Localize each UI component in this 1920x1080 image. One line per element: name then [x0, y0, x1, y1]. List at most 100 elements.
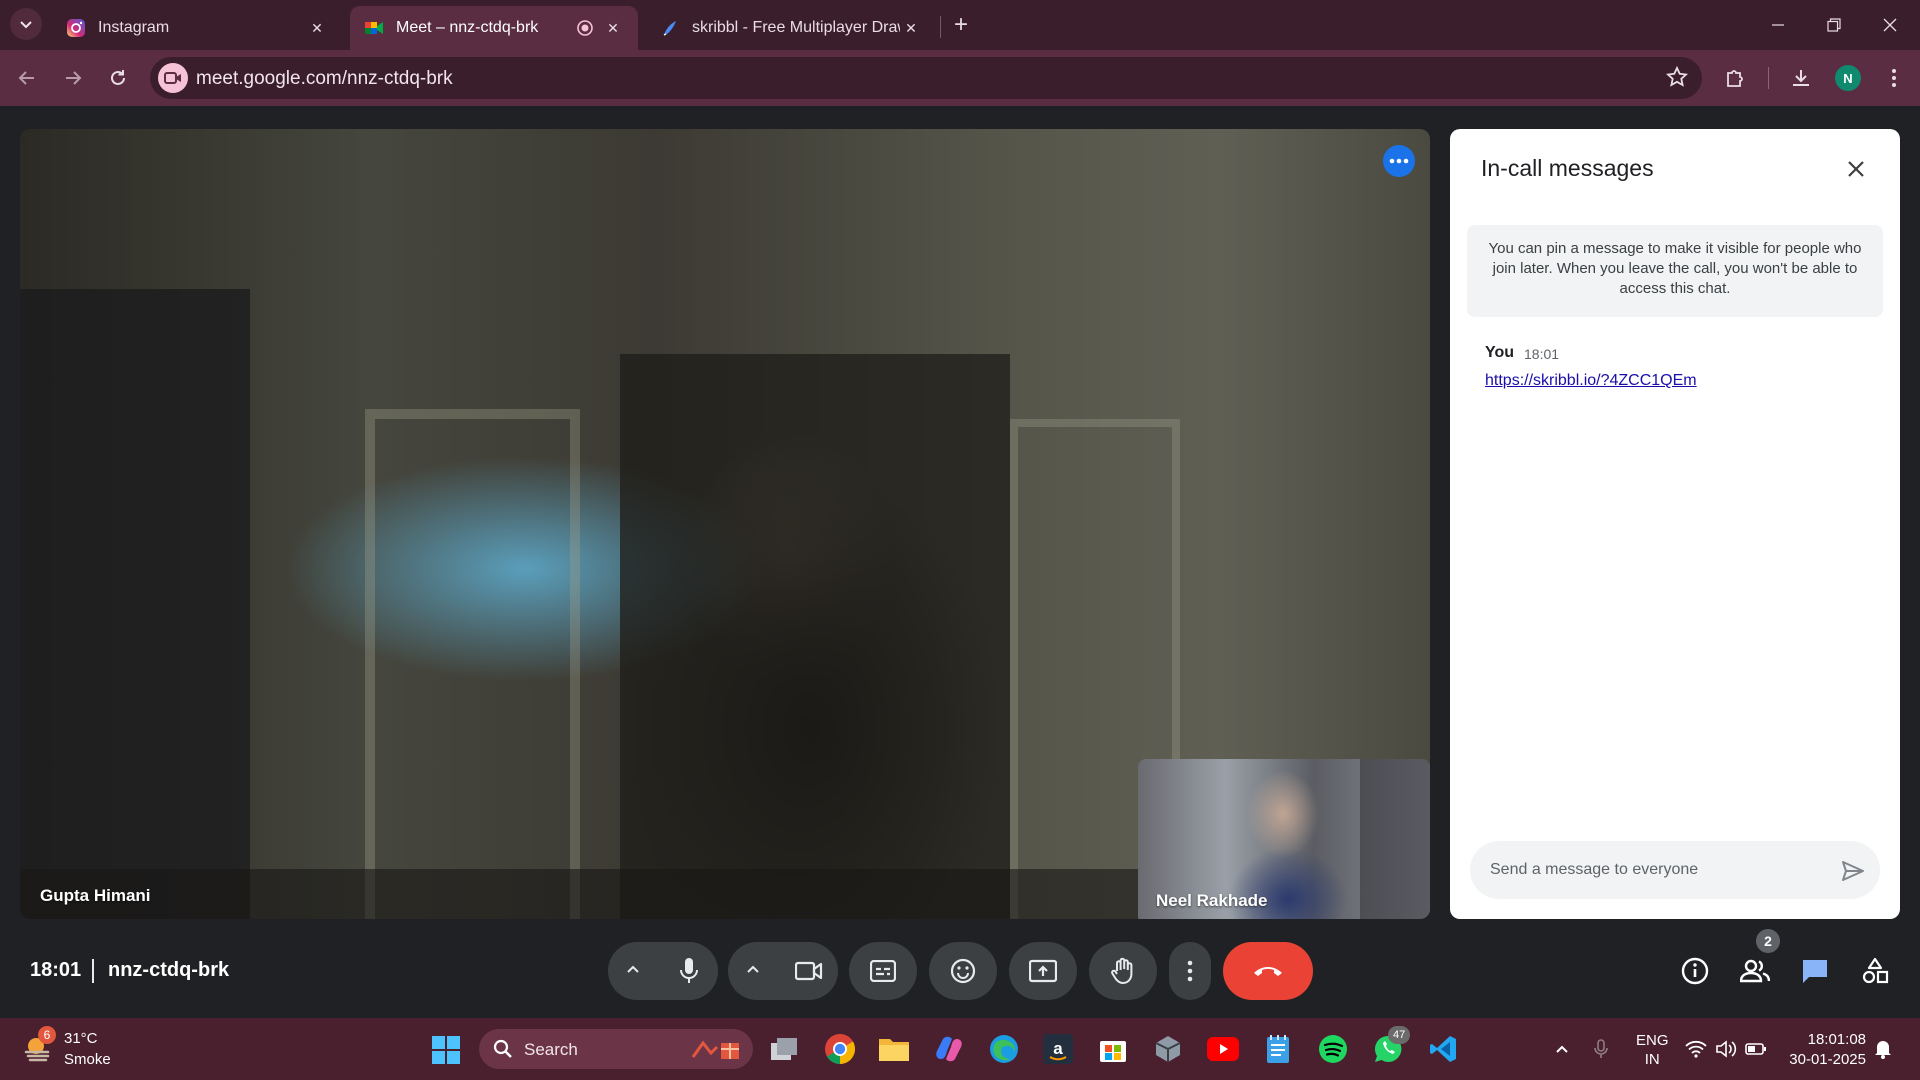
tab-close-icon[interactable]: ✕: [900, 17, 922, 39]
close-window-button[interactable]: [1862, 0, 1918, 50]
self-video-tile[interactable]: Neel Rakhade: [1138, 759, 1430, 919]
store-icon: [1100, 1041, 1126, 1062]
taskbar-search[interactable]: Search: [479, 1029, 753, 1069]
google-meet-icon: [365, 22, 383, 34]
task-view-button[interactable]: [766, 1031, 802, 1067]
download-icon: [1793, 70, 1809, 86]
downloads-button[interactable]: [1783, 60, 1819, 96]
task-view-icon: [771, 1038, 797, 1060]
volume-tray-button[interactable]: [1715, 1038, 1737, 1060]
new-tab-button[interactable]: +: [948, 11, 974, 38]
people-icon: [1740, 959, 1770, 983]
instagram-icon: [67, 19, 85, 37]
toolbar-divider: [1768, 67, 1769, 89]
tab-title: Instagram: [98, 19, 170, 36]
microsoft-store-app[interactable]: [1095, 1031, 1131, 1067]
video-scene: [1360, 759, 1430, 919]
reload-icon: [111, 70, 125, 85]
kebab-menu-icon: [1892, 69, 1896, 87]
message-link[interactable]: https://skribbl.io/?4ZCC1QEm: [1485, 372, 1697, 390]
bookmark-star-icon[interactable]: [1665, 65, 1689, 93]
search-icon: [493, 1039, 512, 1058]
vscode-app[interactable]: [1425, 1031, 1461, 1067]
weather-alert-badge: 6: [38, 1026, 56, 1044]
tab-search-button[interactable]: [10, 8, 42, 40]
tab-instagram[interactable]: Instagram ✕: [52, 6, 342, 50]
url-text[interactable]: meet.google.com/nnz-ctdq-brk: [196, 68, 453, 90]
vscode-icon: [1430, 1036, 1456, 1062]
audio-options-button[interactable]: [626, 962, 640, 981]
smiley-icon: [950, 958, 976, 984]
microphone-icon: [1594, 1039, 1608, 1058]
more-horizontal-icon: [1389, 158, 1409, 164]
spotify-app[interactable]: [1315, 1031, 1351, 1067]
chrome-app[interactable]: [822, 1031, 858, 1067]
unity-app[interactable]: [1150, 1031, 1186, 1067]
microphone-tray-button[interactable]: [1590, 1038, 1612, 1060]
activities-button[interactable]: [1853, 949, 1897, 993]
main-video-tile[interactable]: Gupta Himani Neel Rakhade: [20, 129, 1430, 919]
raise-hand-button[interactable]: [1089, 942, 1157, 1000]
camera-control-group: [728, 942, 838, 1000]
more-options-button[interactable]: [1169, 942, 1211, 1000]
tab-skribbl[interactable]: skribbl - Free Multiplayer Drawi ✕: [646, 6, 936, 50]
meeting-details-button[interactable]: [1673, 949, 1717, 993]
present-screen-button[interactable]: [1009, 942, 1077, 1000]
hang-up-icon: [1254, 967, 1282, 976]
browser-menu-button[interactable]: [1876, 60, 1912, 96]
copilot-app[interactable]: [931, 1031, 967, 1067]
hand-icon: [1111, 957, 1133, 984]
chat-title: In-call messages: [1481, 155, 1654, 181]
tile-more-options-button[interactable]: [1383, 145, 1415, 177]
edge-app[interactable]: [986, 1031, 1022, 1067]
reactions-button[interactable]: [929, 942, 997, 1000]
minimize-button[interactable]: [1750, 0, 1806, 50]
back-button[interactable]: [9, 60, 45, 96]
chevron-up-icon: [627, 965, 639, 973]
notifications-button[interactable]: [1872, 1038, 1894, 1060]
extensions-button[interactable]: [1718, 60, 1754, 96]
meeting-info-divider: [92, 959, 94, 983]
video-options-button[interactable]: [746, 962, 760, 981]
skribbl-icon: [663, 21, 676, 36]
people-button[interactable]: [1733, 949, 1777, 993]
file-explorer-app[interactable]: [876, 1031, 912, 1067]
restore-button[interactable]: [1806, 0, 1862, 50]
system-clock-date[interactable]: 30-01-2025: [1785, 1051, 1866, 1068]
camera-button[interactable]: [780, 942, 838, 1000]
wifi-tray-button[interactable]: [1685, 1038, 1707, 1060]
tab-meet[interactable]: Meet – nnz-ctdq-brk ✕: [350, 6, 638, 50]
close-icon: [1883, 18, 1897, 32]
youtube-app[interactable]: [1205, 1031, 1241, 1067]
tab-close-icon[interactable]: ✕: [602, 17, 624, 39]
weather-temperature[interactable]: 31°C: [64, 1030, 98, 1047]
address-bar[interactable]: meet.google.com/nnz-ctdq-brk: [150, 57, 1702, 99]
system-clock-time[interactable]: 18:01:08: [1785, 1031, 1866, 1048]
captions-button[interactable]: [849, 942, 917, 1000]
profile-avatar[interactable]: N: [1835, 65, 1861, 91]
tab-divider: [940, 16, 941, 38]
windows-start-icon[interactable]: [432, 1036, 460, 1064]
reload-button[interactable]: [100, 60, 136, 96]
chat-panel: In-call messages You can pin a message t…: [1450, 129, 1900, 919]
microphone-button[interactable]: [660, 942, 718, 1000]
tab-title: skribbl - Free Multiplayer Drawi: [692, 19, 900, 36]
forward-button[interactable]: [55, 60, 91, 96]
site-info-icon[interactable]: [158, 63, 188, 93]
close-chat-button[interactable]: [1838, 151, 1874, 187]
show-hidden-icons-button[interactable]: [1551, 1038, 1573, 1060]
mic-control-group: [608, 942, 718, 1000]
battery-tray-button[interactable]: [1745, 1038, 1767, 1060]
chat-message-input[interactable]: [1490, 858, 1820, 882]
notepad-app[interactable]: [1260, 1031, 1296, 1067]
tab-close-icon[interactable]: ✕: [306, 17, 328, 39]
leave-call-button[interactable]: [1223, 942, 1313, 1000]
input-language[interactable]: ENG IN: [1636, 1031, 1669, 1069]
video-scene: [620, 354, 1010, 919]
send-icon[interactable]: [1840, 858, 1866, 884]
chrome-icon: [825, 1034, 856, 1064]
chat-button[interactable]: [1793, 949, 1837, 993]
video-scene: [365, 409, 580, 919]
amazon-app[interactable]: a: [1040, 1031, 1076, 1067]
weather-condition[interactable]: Smoke: [64, 1051, 111, 1068]
